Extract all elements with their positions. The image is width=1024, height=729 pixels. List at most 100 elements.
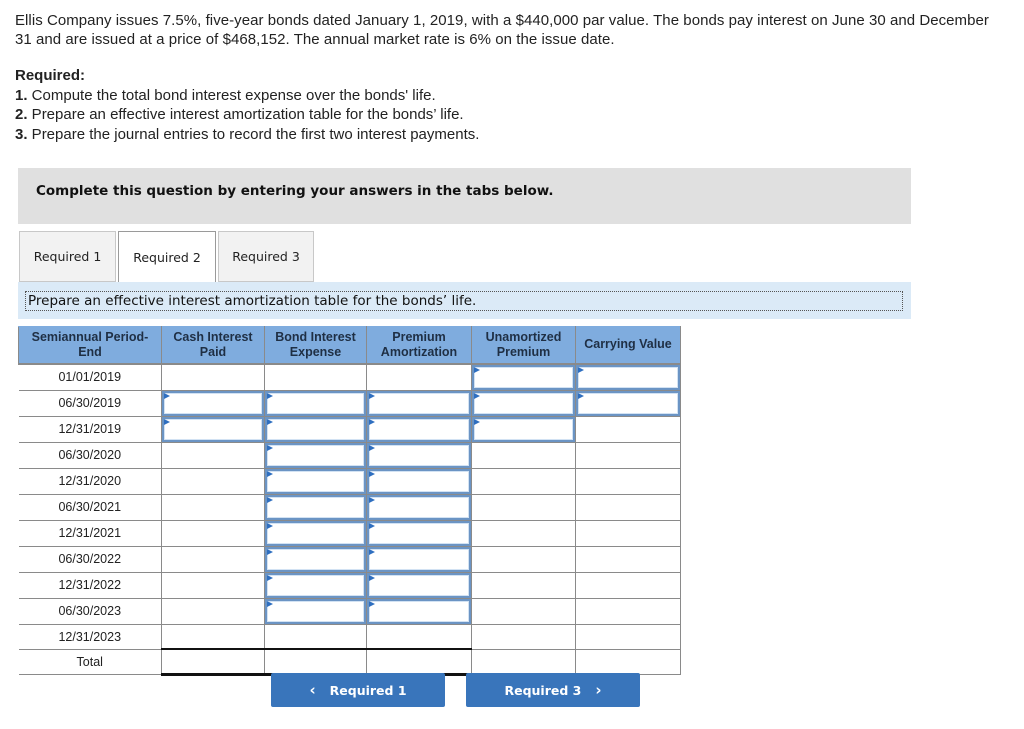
carrying-value-input[interactable]: [578, 366, 678, 388]
cash-interest-paid-input[interactable]: [164, 392, 262, 414]
table-row: 12/31/2020: [18, 467, 681, 495]
cell-cash-interest-paid: [161, 571, 265, 599]
cell-carrying-value: [575, 571, 681, 599]
table-row: 12/31/2021: [18, 519, 681, 547]
premium-amortization-input-wrapper: [367, 572, 471, 598]
next-required-3-button[interactable]: Required 3 ›: [466, 673, 640, 707]
chevron-left-icon: ‹: [309, 681, 316, 699]
total-unamortized-premium: [471, 648, 576, 675]
required-list: Required: 1. Compute the total bond inte…: [15, 66, 479, 144]
cell-unamortized-premium: [471, 441, 576, 469]
cell-unamortized-premium: [471, 571, 576, 599]
table-row: 12/31/2023: [18, 623, 681, 650]
premium-amortization-input[interactable]: [369, 548, 469, 570]
bond-interest-expense-input[interactable]: [267, 574, 364, 596]
tab-required-1[interactable]: Required 1: [19, 231, 116, 282]
period-end-date: 06/30/2021: [18, 493, 162, 521]
period-end-date: 06/30/2019: [18, 389, 162, 417]
table-row: 12/31/2019: [18, 415, 681, 443]
header-text: End: [78, 344, 102, 359]
cell-premium-amortization: [366, 571, 472, 599]
table-body: 01/01/2019 06/30/2019 12/31/2019 06/30/2020…: [18, 363, 681, 676]
prev-button-label: Required 1: [329, 682, 407, 698]
cell-unamortized-premium: [471, 545, 576, 573]
premium-amortization-input[interactable]: [369, 392, 469, 414]
period-end-date: 12/31/2022: [18, 571, 162, 599]
premium-amortization-input-wrapper: [367, 468, 471, 494]
cell-bond-interest-expense: [264, 493, 367, 521]
premium-amortization-input-wrapper: [367, 520, 471, 546]
bond-interest-expense-input[interactable]: [267, 548, 364, 570]
cash-interest-paid-input[interactable]: [164, 418, 262, 440]
bond-interest-expense-input[interactable]: [267, 470, 364, 492]
cell-premium-amortization: [366, 545, 472, 573]
premium-amortization-input[interactable]: [369, 470, 469, 492]
bond-interest-expense-input[interactable]: [267, 600, 364, 622]
premium-amortization-input-wrapper: [367, 598, 471, 624]
bond-interest-expense-input-wrapper: [265, 442, 366, 468]
bond-interest-expense-input[interactable]: [267, 444, 364, 466]
chevron-right-icon: ›: [595, 681, 602, 699]
header-text: Carrying Value: [584, 337, 672, 352]
cell-unamortized-premium: [471, 415, 576, 443]
cell-premium-amortization: [366, 519, 472, 547]
cell-cash-interest-paid: [161, 415, 265, 443]
premium-amortization-input[interactable]: [369, 600, 469, 622]
cell-unamortized-premium: [471, 389, 576, 417]
tab-required-2[interactable]: Required 2: [118, 231, 216, 283]
bond-interest-expense-input[interactable]: [267, 496, 364, 518]
bond-interest-expense-input[interactable]: [267, 522, 364, 544]
unamortized-premium-input-wrapper: [472, 364, 575, 390]
table-row: 01/01/2019: [18, 363, 681, 391]
unamortized-premium-input[interactable]: [474, 366, 573, 388]
cash-interest-paid-input-wrapper: [162, 416, 264, 442]
header-text: Bond Interest: [275, 329, 356, 344]
cell-premium-amortization: [366, 441, 472, 469]
cell-unamortized-premium: [471, 597, 576, 625]
required-item-text: Prepare the journal entries to record th…: [27, 125, 480, 143]
carrying-value-input[interactable]: [578, 392, 678, 414]
carrying-value-input-wrapper: [576, 364, 680, 390]
table-row: 06/30/2019: [18, 389, 681, 417]
header-text: Cash Interest: [173, 329, 253, 344]
period-end-date: 12/31/2020: [18, 467, 162, 495]
unamortized-premium-input[interactable]: [474, 392, 573, 414]
cell-carrying-value: [575, 519, 681, 547]
header-text: Premium: [392, 329, 446, 344]
header-text: Premium: [496, 344, 551, 359]
prev-required-1-button[interactable]: ‹ Required 1: [271, 673, 445, 707]
period-end-date: 12/31/2021: [18, 519, 162, 547]
period-end-date: 06/30/2020: [18, 441, 162, 469]
total-row: Total: [18, 648, 681, 676]
bond-interest-expense-input-wrapper: [265, 390, 366, 416]
bond-interest-expense-input[interactable]: [267, 392, 364, 414]
cell-bond-interest-expense: [264, 415, 367, 443]
required-heading: Required:: [15, 67, 86, 84]
cell-carrying-value: [575, 623, 681, 650]
table-row: 06/30/2023: [18, 597, 681, 625]
total-label: Total: [18, 648, 162, 675]
premium-amortization-input[interactable]: [369, 418, 469, 440]
tab-required-3[interactable]: Required 3: [218, 231, 314, 282]
premium-amortization-input[interactable]: [369, 522, 469, 544]
header-period-end: Semiannual Period- End: [18, 326, 162, 365]
premium-amortization-input-wrapper: [367, 442, 471, 468]
cell-carrying-value: [575, 467, 681, 495]
required-item-number: 1.: [15, 86, 28, 104]
total-cash-interest-paid: [161, 648, 265, 676]
premium-amortization-input-wrapper: [367, 416, 471, 442]
unamortized-premium-input[interactable]: [474, 418, 573, 440]
header-text: Expense: [289, 344, 342, 359]
table-row: 12/31/2022: [18, 571, 681, 599]
cell-carrying-value: [575, 493, 681, 521]
header-premium-amortization: Premium Amortization: [366, 326, 472, 365]
cell-bond-interest-expense: [264, 545, 367, 573]
header-text: Paid: [199, 344, 227, 359]
premium-amortization-input[interactable]: [369, 574, 469, 596]
cell-cash-interest-paid: [161, 545, 265, 573]
premium-amortization-input[interactable]: [369, 444, 469, 466]
cell-unamortized-premium: [471, 519, 576, 547]
premium-amortization-input[interactable]: [369, 496, 469, 518]
cell-carrying-value: [575, 597, 681, 625]
bond-interest-expense-input[interactable]: [267, 418, 364, 440]
